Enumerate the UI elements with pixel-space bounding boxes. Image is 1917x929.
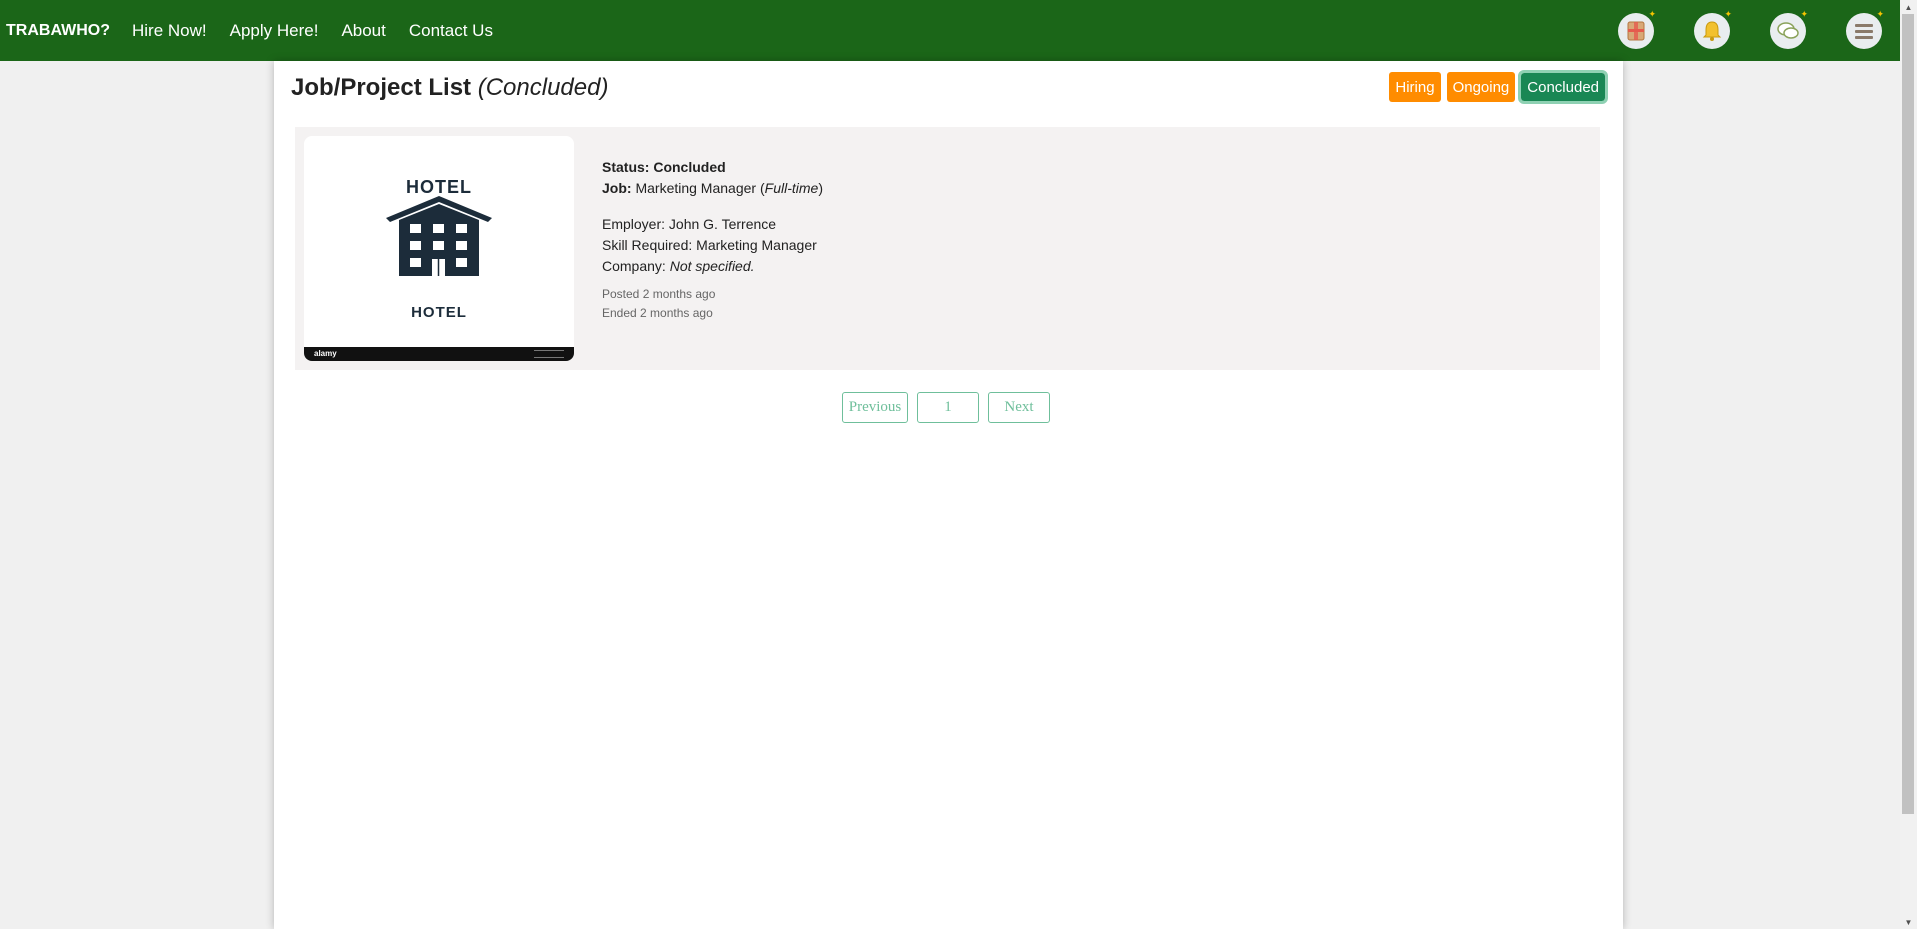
- nav-about[interactable]: About: [341, 21, 385, 41]
- nav-icon-group: ✦ ✦ ✦ ✦: [1618, 0, 1900, 61]
- scroll-up-arrow-icon[interactable]: ▲: [1900, 0, 1917, 14]
- status-line: Status: Concluded: [602, 157, 823, 178]
- job-label: Job:: [602, 180, 632, 196]
- scroll-down-arrow-icon[interactable]: ▼: [1900, 915, 1917, 929]
- status-filter-group: Hiring Ongoing Concluded: [1383, 70, 1608, 104]
- company-line: Company: Not specified.: [602, 256, 823, 277]
- employer-label: Employer:: [602, 216, 666, 232]
- page-title-status: (Concluded): [477, 74, 609, 101]
- thumbnail-watermark-bar: alamy: [304, 347, 574, 361]
- page-title: Job/Project List (Concluded): [291, 74, 608, 102]
- previous-page-button[interactable]: Previous: [842, 392, 908, 423]
- hotel-building-icon: HOTEL: [386, 177, 492, 276]
- top-navbar: TRABAWHO? Hire Now! Apply Here! About Co…: [0, 0, 1900, 61]
- thumbnail-caption: HOTEL: [411, 304, 467, 321]
- page-1-button[interactable]: 1: [917, 392, 979, 423]
- company-value: Not specified.: [669, 258, 755, 274]
- status-value: Concluded: [653, 159, 726, 175]
- nav-hire-now[interactable]: Hire Now!: [132, 21, 207, 41]
- filter-hiring-button[interactable]: Hiring: [1389, 72, 1441, 102]
- main-panel: Job/Project List (Concluded) Hiring Ongo…: [274, 61, 1623, 929]
- watermark-fineprint: [534, 350, 564, 358]
- page-title-main: Job/Project List: [291, 74, 472, 101]
- watermark-logo: alamy: [314, 349, 337, 358]
- job-title: Marketing Manager: [635, 180, 757, 196]
- skill-label: Skill Required:: [602, 237, 693, 253]
- company-label: Company:: [602, 258, 666, 274]
- scrollbar-thumb[interactable]: [1902, 14, 1914, 814]
- employer-name: John G. Terrence: [668, 216, 777, 232]
- chat-icon[interactable]: ✦: [1770, 9, 1808, 49]
- status-label: Status:: [602, 159, 650, 175]
- job-line: Job: Marketing Manager (Full-time): [602, 180, 823, 196]
- bell-icon[interactable]: ✦: [1694, 9, 1732, 49]
- filter-ongoing-button[interactable]: Ongoing: [1446, 72, 1516, 102]
- nav-apply-here[interactable]: Apply Here!: [230, 21, 319, 41]
- employer-line: Employer: John G. Terrence: [602, 214, 823, 235]
- svg-text:HOTEL: HOTEL: [406, 177, 472, 197]
- brand-logo[interactable]: TRABAWHO?: [6, 22, 110, 40]
- briefcase-icon[interactable]: ✦: [1618, 9, 1656, 49]
- job-card[interactable]: HOTEL HOTEL alamy Status: Concluded Job:…: [295, 127, 1600, 370]
- job-details: Status: Concluded Job: Marketing Manager…: [602, 157, 823, 323]
- pagination: Previous 1 Next: [842, 392, 1059, 423]
- ended-time: Ended 2 months ago: [602, 306, 713, 320]
- menu-icon[interactable]: ✦: [1846, 9, 1884, 49]
- skill-line: Skill Required: Marketing Manager: [602, 235, 823, 256]
- filter-concluded-button[interactable]: Concluded: [1518, 70, 1608, 104]
- nav-contact-us[interactable]: Contact Us: [409, 21, 493, 41]
- job-thumbnail[interactable]: HOTEL HOTEL alamy: [304, 136, 574, 361]
- skill-value: Marketing Manager: [696, 237, 817, 253]
- posted-time: Posted 2 months ago: [602, 287, 716, 301]
- job-type: Full-time: [764, 180, 819, 196]
- next-page-button[interactable]: Next: [988, 392, 1050, 423]
- page-scrollbar[interactable]: ▲ ▼: [1900, 0, 1917, 929]
